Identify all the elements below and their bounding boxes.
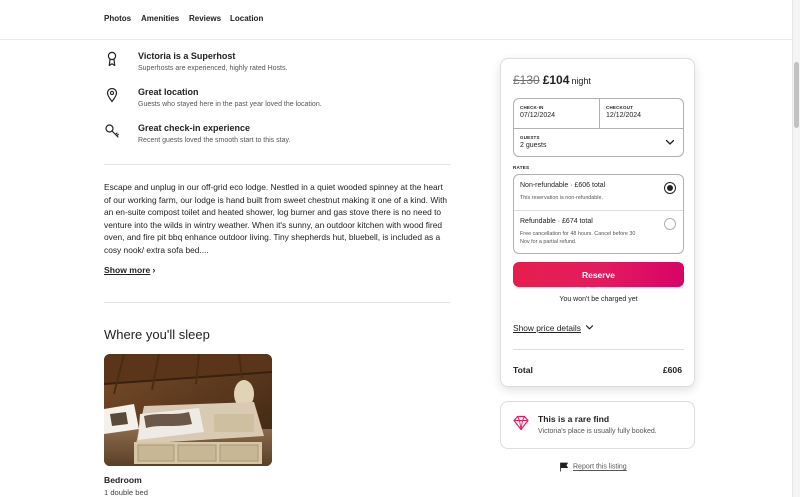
- tab-reviews[interactable]: Reviews: [189, 14, 221, 23]
- flag-icon: [560, 462, 568, 472]
- price-details-toggle[interactable]: Show price details: [513, 323, 594, 333]
- total-value: £606: [662, 365, 682, 375]
- highlight-subtitle: Superhosts are experienced, highly rated…: [138, 65, 288, 72]
- rate-subtitle: Free cancellation for 48 hours. Cancel b…: [520, 231, 636, 245]
- booking-card: £130 £104 night CHECK-IN 07/12/2024 CHECKO…: [500, 58, 695, 387]
- highlight-title: Victoria is a Superhost: [138, 51, 236, 61]
- price-details-label: Show price details: [513, 323, 581, 333]
- rate-subtitle: This reservation is non-refundable.: [520, 195, 603, 201]
- tab-location[interactable]: Location: [230, 14, 263, 23]
- discounted-price: £104: [542, 73, 570, 87]
- checkout-value: 12/12/2024: [606, 112, 642, 119]
- highlight-title: Great location: [138, 87, 199, 97]
- location-pin-icon: [106, 87, 118, 103]
- original-price: £130: [513, 73, 540, 87]
- checkin-value: 07/12/2024: [520, 112, 556, 119]
- date-guest-picker: CHECK-IN 07/12/2024 CHECKOUT 12/12/2024 …: [513, 98, 684, 157]
- section-nav: Photos Amenities Reviews Location: [0, 0, 792, 40]
- room-beds: 1 double bed: [104, 488, 148, 497]
- checkin-field[interactable]: CHECK-IN 07/12/2024: [514, 99, 599, 128]
- checkout-field[interactable]: CHECKOUT 12/12/2024: [600, 99, 683, 128]
- sleep-section-title: Where you'll sleep: [104, 327, 210, 342]
- rare-find-card: This is a rare find Victoria's place is …: [500, 401, 695, 449]
- divider: [104, 164, 450, 165]
- show-more-link[interactable]: Show more ›: [104, 265, 155, 275]
- scrollbar-thumb[interactable]: [794, 62, 799, 128]
- room-name: Bedroom: [104, 475, 142, 485]
- divider: [513, 349, 684, 350]
- rate-options: Non-refundable · £606 total This reserva…: [513, 174, 684, 254]
- rare-find-subtitle: Victoria's place is usually fully booked…: [538, 428, 657, 435]
- checkout-label: CHECKOUT: [606, 105, 634, 110]
- tab-photos[interactable]: Photos: [104, 14, 131, 23]
- listing-description: Escape and unplug in our off-grid eco lo…: [104, 182, 448, 255]
- rate-radio-selected[interactable]: [664, 182, 676, 194]
- total-label: Total: [513, 365, 533, 375]
- reserve-button[interactable]: Reserve: [513, 262, 684, 287]
- diamond-icon: [513, 415, 529, 431]
- rare-find-title: This is a rare find: [538, 414, 610, 424]
- key-icon: [105, 124, 119, 138]
- guests-value: 2 guests: [520, 142, 547, 149]
- nightly-price: £130 £104 night: [513, 71, 591, 89]
- rate-title: Non-refundable · £606 total: [520, 182, 606, 189]
- price-unit: night: [571, 76, 591, 86]
- rate-radio[interactable]: [664, 218, 676, 230]
- page-scrollbar[interactable]: [792, 0, 800, 497]
- bedroom-photo-image: [104, 354, 272, 466]
- highlight-subtitle: Recent guests loved the smooth start to …: [138, 137, 291, 144]
- chevron-down-icon: [585, 325, 594, 330]
- rate-option-refundable[interactable]: Refundable · £674 total Free cancellatio…: [514, 211, 683, 247]
- rates-label: RATES: [513, 165, 530, 170]
- divider: [104, 302, 450, 303]
- guests-field[interactable]: GUESTS 2 guests: [514, 129, 683, 158]
- chevron-down-icon[interactable]: [665, 137, 675, 147]
- rate-title: Refundable · £674 total: [520, 218, 593, 225]
- checkin-label: CHECK-IN: [520, 105, 544, 110]
- superhost-medal-icon: [107, 51, 117, 67]
- report-listing-link[interactable]: Report this listing: [559, 462, 627, 472]
- no-charge-note: You won't be charged yet: [559, 296, 638, 303]
- highlight-subtitle: Guests who stayed here in the past year …: [138, 101, 322, 108]
- report-listing-label: Report this listing: [573, 463, 627, 471]
- bedroom-photo[interactable]: [104, 354, 272, 466]
- tab-amenities[interactable]: Amenities: [141, 14, 179, 23]
- rate-option-non-refundable[interactable]: Non-refundable · £606 total This reserva…: [514, 175, 683, 211]
- guests-label: GUESTS: [520, 135, 540, 140]
- show-more-label: Show more: [104, 265, 151, 275]
- highlight-title: Great check-in experience: [138, 123, 251, 133]
- chevron-right-icon: ›: [152, 265, 156, 275]
